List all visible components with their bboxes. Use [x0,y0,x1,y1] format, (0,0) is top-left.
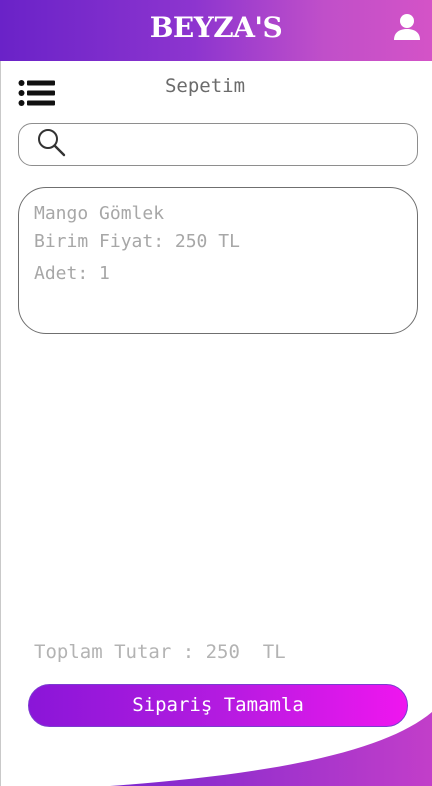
total-amount: Toplam Tutar : 250 TL [34,641,286,663]
complete-order-button[interactable]: Sipariş Tamamla [28,684,408,727]
brand-title: BEYZA'S [149,11,283,44]
top-bar: BEYZA'S [0,0,432,61]
search-input[interactable] [79,130,403,160]
search-icon [38,129,66,157]
phone-frame [0,0,431,786]
quantity: Adet: 1 [34,263,110,284]
page-title: Sepetim [164,75,246,97]
search-bar[interactable] [18,123,418,166]
product-name: Mango Gömlek [34,203,165,224]
unit-price: Birim Fiyat: 250 TL [34,231,240,252]
user-icon[interactable] [392,12,422,42]
cart-item-card[interactable]: Mango Gömlek Birim Fiyat: 250 TL Adet: 1 [18,187,418,334]
